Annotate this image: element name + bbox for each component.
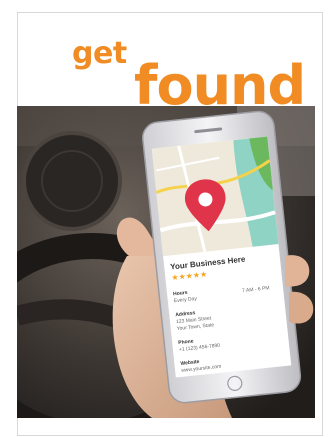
hero-photo: Your Business Here ★★★★★ Hours Every Day… (17, 106, 315, 418)
headline-get: get (72, 36, 127, 71)
headline-found: found (134, 54, 306, 117)
